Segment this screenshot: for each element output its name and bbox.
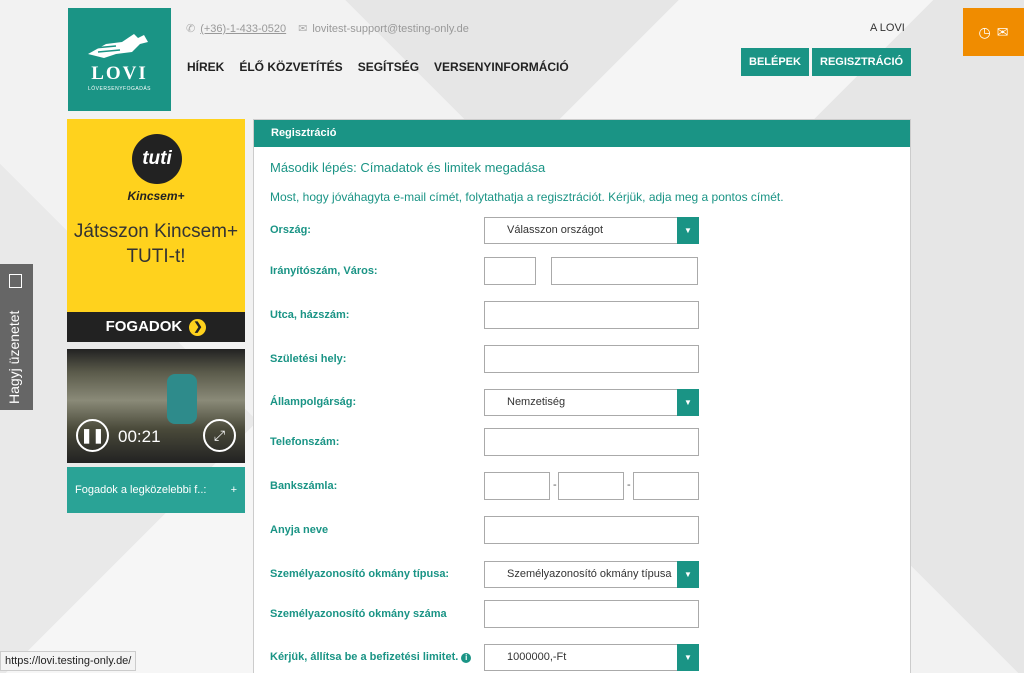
mother-name-label: Anyja neve <box>270 524 329 536</box>
birthplace-input[interactable] <box>484 345 699 373</box>
lovi-logo[interactable]: LOVI LÓVERSENYFOGADÁS <box>68 8 171 111</box>
nav-item-segitseg[interactable]: SEGÍTSÉG <box>358 60 419 74</box>
id-type-label: Személyazonosító okmány típusa: <box>270 568 450 580</box>
registration-panel: Regisztráció Második lépés: Címadatok és… <box>253 119 911 673</box>
video-time: 00:21 <box>118 427 161 446</box>
bank-account-part2-input[interactable] <box>558 472 624 500</box>
deposit-limit-label-text: Kérjük, állítsa be a befizetési limitet. <box>270 651 459 663</box>
country-label: Ország: <box>270 224 311 236</box>
register-button[interactable]: REGISZTRÁCIÓ <box>812 48 912 76</box>
clock-icon: ◷ <box>978 23 991 40</box>
street-label: Utca, házszám: <box>270 309 350 321</box>
caret-down-icon: ▼ <box>677 217 699 244</box>
ad-cta-button[interactable]: FOGADOK ❯ <box>67 312 245 342</box>
phone-link[interactable]: (+36)-1-433-0520 <box>200 23 286 35</box>
leave-message-label: Hagyj üzenetet <box>6 310 22 404</box>
deposit-limit-select[interactable]: 1000000,-Ft ▼ <box>484 644 699 671</box>
bank-account-label: Bankszámla: <box>270 480 338 492</box>
panel-title: Regisztráció <box>254 120 910 147</box>
tuti-logo: tuti <box>132 134 182 184</box>
mother-name-input[interactable] <box>484 516 699 544</box>
top-right-text[interactable]: A LOVI <box>870 22 904 34</box>
envelope-icon <box>9 274 22 288</box>
step-heading: Második lépés: Címadatok és limitek mega… <box>270 160 546 175</box>
citizenship-select-value: Nemzetiség <box>507 396 566 408</box>
zip-input[interactable] <box>484 257 536 285</box>
kincsem-ad-banner[interactable]: tuti Kincsem+ Játsszon Kincsem+ TUTI-t! … <box>67 119 245 342</box>
logo-subtitle: LÓVERSENYFOGADÁS <box>87 86 151 92</box>
phone-input[interactable] <box>484 428 699 456</box>
deposit-limit-label: Kérjük, állítsa be a befizetési limitet.… <box>270 651 472 663</box>
kincsem-brand: Kincsem+ <box>127 189 185 203</box>
login-button[interactable]: BELÉPEK <box>741 48 809 76</box>
info-icon[interactable]: i <box>461 653 472 663</box>
chevron-right-icon: ❯ <box>189 318 207 336</box>
id-number-input[interactable] <box>484 600 699 628</box>
mail-icon: ✉ <box>996 23 1009 40</box>
bank-account-part3-input[interactable] <box>633 472 699 500</box>
nav-item-hirek[interactable]: HÍREK <box>187 60 224 74</box>
logo-name: LOVI <box>91 63 148 84</box>
fullscreen-icon[interactable]: ⤢ <box>203 419 236 452</box>
bank-account-part1-input[interactable] <box>484 472 550 500</box>
id-type-select[interactable]: Személyazonosító okmány típusa ▼ <box>484 561 699 588</box>
nav-item-versenyinformacio[interactable]: VERSENYINFORMÁCIÓ <box>434 60 569 74</box>
pause-icon[interactable]: ❚❚ <box>76 419 109 452</box>
intro-text: Most, hogy jóváhagyta e-mail címét, foly… <box>270 190 784 204</box>
video-frame <box>167 374 197 424</box>
bank-dash-2: - <box>627 479 631 491</box>
envelope-icon: ✉ <box>298 23 308 35</box>
citizenship-label: Állampolgárság: <box>270 396 357 408</box>
phone-label: Telefonszám: <box>270 436 340 448</box>
caret-down-icon: ▼ <box>677 644 699 671</box>
leave-message-tab[interactable]: Hagyj üzenetet <box>0 264 33 410</box>
ad-headline: Játsszon Kincsem+ TUTI-t! <box>73 221 239 267</box>
live-video-player[interactable]: ❚❚ 00:21 ⤢ <box>67 349 245 463</box>
nav-item-elo-kozvetites[interactable]: ÉLŐ KÖZVETÍTÉS <box>239 60 342 74</box>
country-select-value: Válasszon országot <box>507 224 603 236</box>
bank-dash-1: - <box>553 479 557 491</box>
zip-city-label: Irányítószám, Város: <box>270 265 378 277</box>
phone-icon: ✆ <box>186 23 196 35</box>
street-input[interactable] <box>484 301 699 329</box>
main-nav: HÍREK ÉLŐ KÖZVETÍTÉS SEGÍTSÉG VERSENYINF… <box>187 60 584 74</box>
status-bar-url: https://lovi.testing-only.de/ <box>0 651 137 671</box>
contact-corner-tab[interactable]: ◷ ✉ <box>963 8 1024 56</box>
horse-logo-icon <box>88 34 148 58</box>
birthplace-label: Születési hely: <box>270 353 347 365</box>
citizenship-select[interactable]: Nemzetiség ▼ <box>484 389 699 416</box>
contact-bar: ✆ (+36)-1-433-0520 ✉ lovitest-support@test… <box>186 22 469 35</box>
ad-cta-label: FOGADOK <box>105 318 183 335</box>
email-link[interactable]: lovitest-support@testing-only.de <box>312 23 468 35</box>
next-races-accordion[interactable]: Fogadok a legközelebbi f..: + <box>67 467 245 513</box>
next-races-label: Fogadok a legközelebbi f..: <box>75 484 207 496</box>
city-input[interactable] <box>551 257 698 285</box>
country-select[interactable]: Válasszon országot ▼ <box>484 217 699 244</box>
caret-down-icon: ▼ <box>677 389 699 416</box>
id-number-label: Személyazonosító okmány száma <box>270 608 447 620</box>
deposit-limit-select-value: 1000000,-Ft <box>507 651 567 663</box>
id-type-select-value: Személyazonosító okmány típusa <box>507 568 672 580</box>
caret-down-icon: ▼ <box>677 561 699 588</box>
plus-icon: + <box>230 484 237 496</box>
